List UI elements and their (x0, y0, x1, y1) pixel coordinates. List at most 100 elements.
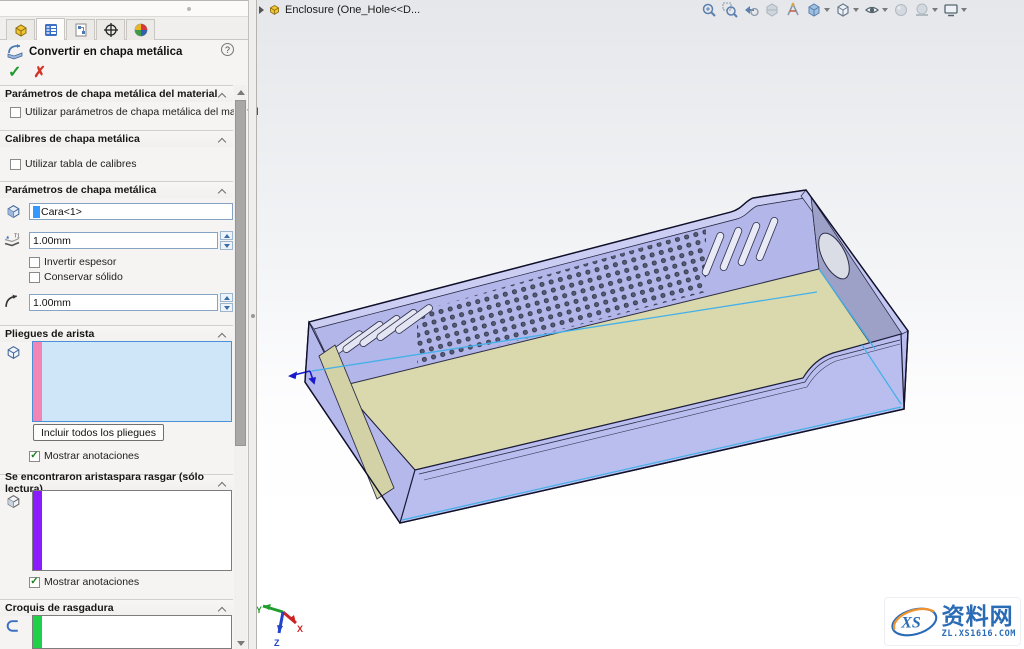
hide-show-caret[interactable] (882, 8, 888, 12)
keep-solid-row: Conservar sólido (29, 271, 123, 283)
keep-solid-checkbox[interactable] (29, 272, 40, 283)
scrollbar-down-icon[interactable] (234, 636, 247, 649)
show-annotations-row-1: ✓ Mostrar anotaciones (29, 450, 139, 462)
featuremanager-icon (13, 22, 29, 38)
apply-scene-icon[interactable] (913, 2, 939, 18)
fixed-face-field[interactable]: Cara<1> (29, 203, 233, 220)
zoom-to-area-icon[interactable] (721, 2, 739, 18)
svg-text:T1: T1 (14, 234, 20, 240)
bend-radius-icon (4, 293, 21, 310)
display-style-icon[interactable] (834, 2, 860, 18)
collapse-chevron-icon[interactable] (219, 137, 226, 144)
splitter-handle[interactable] (251, 314, 255, 318)
rip-sketch-icon (5, 618, 22, 635)
thickness-field[interactable]: 1.00mm (29, 232, 218, 249)
invert-thickness-label: Invertir espesor (44, 256, 116, 268)
configurationmanager-tab[interactable] (66, 19, 95, 40)
bend-radius-field[interactable]: 1.00mm (29, 294, 218, 311)
flyout-feature-tree[interactable]: Enclosure (One_Hole<<D... (259, 2, 420, 17)
rip-sketch-listbox[interactable] (32, 615, 232, 649)
watermark-logo-icon: XS (889, 601, 940, 643)
edit-appearance-icon[interactable] (892, 2, 910, 18)
convert-to-sheetmetal-icon (6, 44, 24, 60)
thickness-value: 1.00mm (33, 235, 71, 247)
section-croquis-header[interactable]: Croquis de rasgadura (0, 599, 233, 616)
scrollbar-thumb[interactable] (235, 100, 246, 446)
panel-top-strip (0, 1, 248, 17)
watermark-name: 资料网 (942, 605, 1016, 629)
thickness-spin-up[interactable] (220, 231, 233, 240)
ok-button[interactable]: ✓ (8, 62, 21, 82)
property-title-row: Convertir en chapa metálica ? (6, 43, 242, 61)
show-annotations-checkbox-2[interactable]: ✓ (29, 577, 40, 588)
fixed-face-icon (5, 203, 22, 220)
propertymanager-panel: Convertir en chapa metálica ? ✓ ✗ Paráme… (0, 0, 248, 649)
propertymanager-tab[interactable] (36, 18, 65, 40)
apply-scene-caret[interactable] (932, 8, 938, 12)
manager-tabbar (0, 17, 248, 40)
previous-view-icon[interactable] (742, 2, 760, 18)
view-settings-icon[interactable] (942, 2, 968, 18)
cancel-button[interactable]: ✗ (33, 63, 46, 81)
measure-tool-icon[interactable] (784, 2, 802, 18)
gauge-table-label: Utilizar tabla de calibres (25, 158, 136, 170)
section-rasgar-header[interactable]: Se encontraron aristaspara rasgar (sólo … (0, 474, 233, 491)
displaymanager-tab[interactable] (126, 19, 155, 40)
collapse-chevron-icon[interactable] (219, 481, 226, 488)
gauge-table-checkbox[interactable] (10, 159, 21, 170)
radius-spin-down[interactable] (220, 303, 233, 312)
section-pliegues-header[interactable]: Pliegues de arista (0, 325, 233, 342)
view-triad: Y X Z (256, 604, 303, 648)
section-material-label: Parámetros de chapa metálica del materia… (5, 88, 217, 100)
bend-edges-listbox[interactable] (32, 341, 232, 422)
zoom-to-fit-icon[interactable] (700, 2, 718, 18)
featuremanager-tab[interactable] (6, 19, 35, 40)
view-settings-caret[interactable] (961, 8, 967, 12)
material-params-label: Utilizar parámetros de chapa metálica de… (25, 106, 258, 118)
property-title: Convertir en chapa metálica (29, 46, 182, 58)
dimxpertmanager-tab[interactable] (96, 19, 125, 40)
help-icon[interactable]: ? (221, 43, 234, 56)
rip-edges-stripe (33, 491, 42, 570)
panel-scrollbar[interactable] (234, 85, 247, 649)
collapse-chevron-icon[interactable] (219, 606, 226, 613)
scrollbar-up-icon[interactable] (234, 85, 247, 99)
hide-show-items-icon[interactable] (863, 2, 889, 18)
confirm-row: ✓ ✗ (8, 62, 46, 82)
collapse-chevron-icon[interactable] (219, 92, 226, 99)
configurationmanager-icon (73, 22, 89, 38)
display-style-caret[interactable] (853, 8, 859, 12)
origin-triad (290, 371, 315, 383)
section-parametros-header[interactable]: Parámetros de chapa metálica (0, 181, 233, 198)
section-calibres-header[interactable]: Calibres de chapa metálica (0, 130, 233, 147)
collapse-chevron-icon[interactable] (219, 332, 226, 339)
triad-x-label: X (297, 624, 303, 634)
bend-edges-icon (5, 344, 22, 361)
thickness-spin-down[interactable] (220, 241, 233, 250)
bend-edges-stripe (33, 342, 42, 421)
material-params-checkbox-row: Utilizar parámetros de chapa metálica de… (10, 106, 258, 118)
feature-tree-label[interactable]: Enclosure (One_Hole<<D... (285, 4, 420, 16)
show-annotations-label-2: Mostrar anotaciones (44, 576, 139, 588)
section-material-header[interactable]: Parámetros de chapa metálica del materia… (0, 85, 233, 102)
flyout-expand-icon[interactable] (259, 6, 264, 14)
show-annotations-row-2: ✓ Mostrar anotaciones (29, 576, 139, 588)
view-orientation-caret[interactable] (824, 8, 830, 12)
radius-spin-up[interactable] (220, 293, 233, 302)
invert-thickness-checkbox[interactable] (29, 257, 40, 268)
material-params-checkbox[interactable] (10, 107, 21, 118)
fixed-face-value: Cara<1> (41, 206, 82, 218)
rip-edges-listbox[interactable] (32, 490, 232, 571)
include-all-bends-button[interactable]: Incluir todos los pliegues (33, 424, 164, 441)
show-annotations-checkbox-1[interactable]: ✓ (29, 451, 40, 462)
panel-collapse-handle[interactable] (187, 7, 191, 11)
section-pliegues-label: Pliegues de arista (5, 328, 94, 340)
panel-splitter[interactable] (248, 0, 257, 649)
section-view-icon[interactable] (763, 2, 781, 18)
watermark: XS 资料网 ZL.XS1616.COM (884, 597, 1021, 646)
model-enclosure[interactable] (290, 190, 908, 523)
view-orientation-icon[interactable] (805, 2, 831, 18)
part-icon (268, 3, 281, 16)
section-parametros-label: Parámetros de chapa metálica (5, 184, 156, 196)
collapse-chevron-icon[interactable] (219, 188, 226, 195)
